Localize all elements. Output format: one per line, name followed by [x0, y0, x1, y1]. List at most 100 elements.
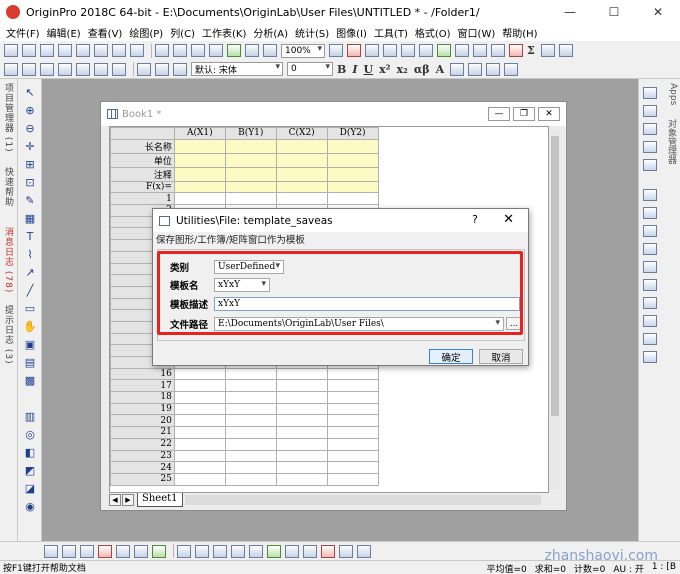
row-number[interactable]: 17 — [110, 379, 175, 393]
dialog-close-button[interactable]: ✕ — [503, 212, 514, 227]
menu-tools[interactable]: 工具(T) — [374, 25, 408, 40]
menu-analysis[interactable]: 分析(A) — [253, 25, 288, 40]
meta-cell[interactable] — [173, 152, 226, 168]
data-cell[interactable] — [275, 472, 328, 486]
plot-polar-icon[interactable] — [643, 333, 657, 345]
align-icon[interactable] — [450, 62, 465, 76]
new-excel-icon[interactable] — [130, 44, 144, 57]
zoom-combo[interactable]: 100% — [281, 43, 325, 58]
maximize-button[interactable]: ☐ — [592, 0, 636, 24]
new-matrix-icon[interactable] — [58, 44, 72, 57]
data-cell[interactable] — [173, 472, 226, 486]
copy-icon[interactable] — [155, 62, 169, 76]
increase-font-button[interactable]: A — [436, 63, 445, 76]
meta-cell[interactable] — [275, 180, 328, 194]
menu-help[interactable]: 帮助(H) — [502, 25, 537, 40]
plot-area-icon[interactable] — [643, 189, 657, 201]
sheet-next-button[interactable]: ▶ — [122, 494, 134, 506]
data-cell[interactable] — [224, 192, 277, 206]
merge-icon[interactable]: ◩ — [22, 463, 38, 477]
data-cell[interactable] — [326, 437, 379, 451]
row-number[interactable]: 25 — [110, 472, 175, 486]
row-number[interactable]: 19 — [110, 402, 175, 416]
save-project-icon[interactable] — [191, 44, 205, 57]
error-bar-icon[interactable] — [134, 544, 148, 558]
data-cell[interactable] — [224, 379, 277, 393]
menu-plot[interactable]: 绘图(P) — [129, 25, 163, 40]
row-number[interactable]: 18 — [110, 391, 175, 404]
data-cell[interactable] — [173, 414, 226, 428]
menu-window[interactable]: 窗口(W) — [458, 25, 496, 40]
dialog-help-button[interactable]: ? — [472, 213, 478, 226]
plot-box-icon[interactable] — [643, 297, 657, 309]
data-cell[interactable] — [326, 402, 379, 416]
data-selector-icon[interactable]: ⊡ — [22, 175, 38, 189]
layer-icon[interactable]: ◧ — [22, 445, 38, 459]
column-style-icon[interactable] — [98, 544, 112, 558]
font-size-combo[interactable]: 0 — [287, 62, 333, 76]
menu-file[interactable]: 文件(F) — [6, 25, 40, 40]
data-cell[interactable] — [173, 461, 226, 474]
meta-cell[interactable] — [173, 166, 226, 182]
set-column-z-icon[interactable] — [40, 62, 54, 76]
data-cell[interactable] — [173, 192, 226, 206]
plot-3d-icon[interactable] — [643, 225, 657, 237]
hand-tool-icon[interactable]: ✋ — [22, 319, 38, 333]
data-cell[interactable] — [275, 461, 328, 474]
new-graph-icon[interactable] — [40, 44, 54, 57]
meta-cell[interactable] — [326, 152, 379, 168]
data-reader-icon[interactable]: ✛ — [22, 139, 38, 153]
column-header-c[interactable]: C(X2) — [275, 127, 328, 140]
bubble-icon[interactable] — [231, 544, 245, 558]
set-column-xy-icon[interactable] — [112, 62, 126, 76]
hint-log-tab[interactable]: 提示日志 (3) — [1, 305, 15, 365]
menu-worksheet[interactable]: 工作表(K) — [202, 25, 246, 40]
zoom-in-icon[interactable]: ⊕ — [22, 103, 38, 117]
data-cell[interactable] — [224, 402, 277, 416]
open-icon[interactable] — [155, 44, 169, 57]
plot-ternary-icon[interactable] — [643, 351, 657, 363]
duplicate-icon[interactable] — [329, 44, 343, 57]
new-function-icon[interactable] — [76, 44, 90, 57]
3d-bar-icon[interactable] — [285, 544, 299, 558]
cancel-button[interactable]: 取消 — [479, 349, 523, 364]
open-template-icon[interactable] — [173, 44, 187, 57]
contour-icon[interactable] — [249, 544, 263, 558]
superscript-button[interactable]: x² — [379, 63, 390, 76]
meta-cell[interactable] — [326, 180, 379, 194]
data-cell[interactable] — [275, 391, 328, 404]
data-cell[interactable] — [173, 391, 226, 404]
data-cell[interactable] — [275, 414, 328, 428]
plot-surface-icon[interactable] — [643, 261, 657, 273]
integrate-icon[interactable] — [540, 44, 555, 57]
arrange-icon[interactable]: ◪ — [22, 481, 38, 495]
draw-data-icon[interactable]: ✎ — [22, 193, 38, 207]
plot-contour-icon[interactable] — [643, 243, 657, 255]
recalculate-icon[interactable] — [263, 44, 277, 57]
reset-icon[interactable]: ◎ — [22, 427, 38, 441]
underline-button[interactable]: U — [363, 63, 373, 76]
meta-cell[interactable] — [326, 166, 379, 182]
mask-icon[interactable]: ▦ — [22, 211, 38, 225]
data-cell[interactable] — [224, 461, 277, 474]
data-cell[interactable] — [173, 437, 226, 451]
subscript-button[interactable]: x₂ — [396, 63, 407, 76]
rectangle-tool-icon[interactable]: ▭ — [22, 301, 38, 315]
sheet-tab-sheet1[interactable]: Sheet1 — [137, 493, 183, 507]
data-cell[interactable] — [326, 391, 379, 404]
meta-cell[interactable] — [275, 166, 328, 182]
data-cell[interactable] — [326, 192, 379, 206]
ok-button[interactable]: 确定 — [429, 349, 473, 364]
heatmap-icon[interactable] — [267, 544, 281, 558]
column-header-a[interactable]: A(X1) — [173, 127, 226, 140]
data-cell[interactable] — [224, 367, 277, 381]
draw-tool-icon[interactable]: ⌇ — [22, 247, 38, 261]
data-cell[interactable] — [326, 379, 379, 393]
line-tool-icon[interactable]: ╱ — [22, 283, 38, 297]
data-cell[interactable] — [224, 426, 277, 439]
template-library-icon[interactable] — [321, 544, 335, 558]
apps-tab[interactable]: Apps — [664, 83, 678, 105]
menu-column[interactable]: 列(C) — [170, 25, 195, 40]
arrow-tool-icon[interactable]: ↗ — [22, 265, 38, 279]
new-layout-icon[interactable] — [94, 44, 108, 57]
